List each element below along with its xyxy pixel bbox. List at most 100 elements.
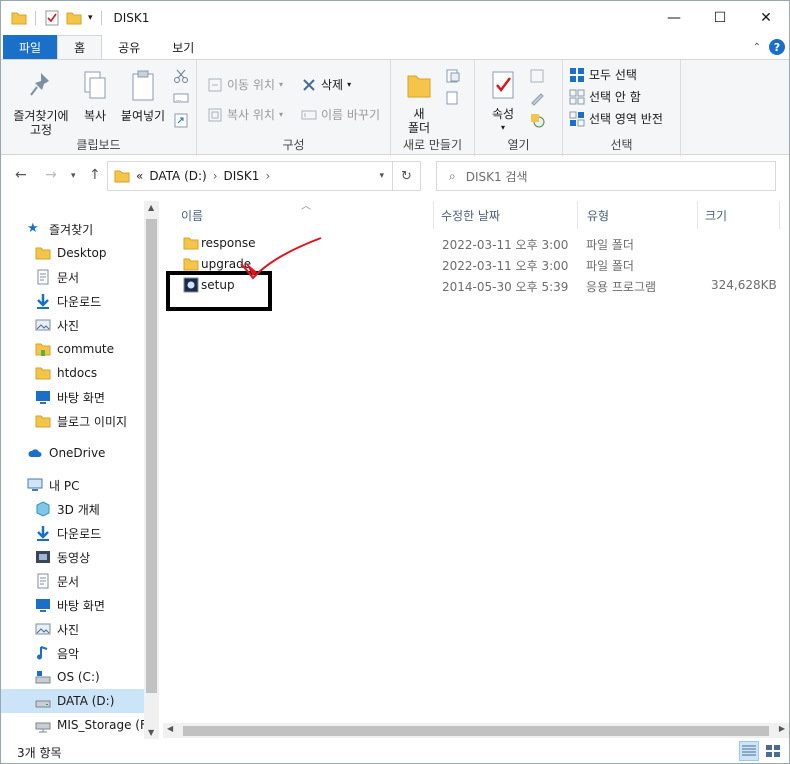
status-bar: 3개 항목 bbox=[1, 741, 789, 763]
column-header-name[interactable]: 이름 bbox=[181, 201, 203, 229]
chevron-down-icon[interactable]: ▾ bbox=[88, 13, 93, 23]
invert-selection-button[interactable]: 선택 영역 반전 bbox=[569, 110, 663, 127]
properties-label: 속성 bbox=[491, 107, 515, 121]
delete-button[interactable]: 삭제 ▾ bbox=[301, 76, 351, 93]
ribbon-expand-icon[interactable]: ⌃ bbox=[753, 42, 761, 53]
nav-pc-item-2[interactable]: 동영상 bbox=[35, 545, 159, 569]
item-count: 3개 항목 bbox=[17, 745, 62, 760]
address-bar[interactable]: « DATA (D:) › DISK1 › ▾ bbox=[107, 161, 393, 191]
copy-to-button[interactable]: 복사 위치 ▾ bbox=[207, 106, 283, 123]
download-icon bbox=[37, 526, 49, 541]
nav-pc-item-8[interactable]: DATA (D:) bbox=[1, 689, 144, 713]
nav-item-7[interactable]: 블로그 이미지 bbox=[35, 409, 159, 433]
nav-item-5[interactable]: htdocs bbox=[35, 361, 159, 385]
column-divider[interactable] bbox=[697, 201, 698, 229]
maximize-button[interactable]: ☐ bbox=[697, 1, 743, 35]
nav-this-pc[interactable]: 내 PC bbox=[27, 473, 159, 497]
new-folder-button[interactable]: 새 폴더 bbox=[397, 70, 441, 135]
search-input[interactable]: ⌕ DISK1 검색 bbox=[436, 161, 776, 191]
nav-pc-item-9[interactable]: MIS_Storage (F:) bbox=[35, 713, 159, 737]
chevron-down-icon[interactable]: ▾ bbox=[379, 171, 384, 181]
breadcrumb-folder[interactable]: DISK1 bbox=[224, 169, 260, 183]
nav-pc-item-3[interactable]: 문서 bbox=[35, 569, 159, 593]
help-icon[interactable]: ? bbox=[769, 39, 785, 55]
tab-share[interactable]: 공유 bbox=[102, 35, 156, 59]
nav-pc-item-6[interactable]: 음악 bbox=[35, 641, 159, 665]
properties-icon[interactable] bbox=[44, 10, 60, 26]
folder-icon bbox=[114, 170, 130, 183]
paste-button[interactable]: 붙여넣기 bbox=[115, 70, 171, 123]
history-icon[interactable] bbox=[529, 112, 545, 128]
nav-item-3[interactable]: 사진📌 bbox=[35, 313, 159, 337]
tab-home[interactable]: 홈 bbox=[57, 35, 103, 59]
breadcrumb-separator-icon[interactable]: › bbox=[213, 169, 218, 183]
nav-scrollbar[interactable]: ▲ ▼ bbox=[144, 201, 159, 739]
pin-to-quick-access-button[interactable]: 즐겨찾기에 고정 bbox=[7, 70, 75, 137]
drive-d-icon bbox=[35, 700, 51, 708]
organize-group: 이동 위치 ▾ 복사 위치 ▾ 삭제 ▾ 이름 바꾸기 구성 bbox=[197, 60, 391, 156]
breadcrumb-drive[interactable]: DATA (D:) bbox=[149, 169, 206, 183]
scroll-up-icon[interactable]: ▲ bbox=[148, 203, 154, 212]
new-folder-icon[interactable] bbox=[66, 10, 82, 26]
column-header-size[interactable]: 크기 bbox=[705, 201, 727, 229]
nav-this-pc-label: 내 PC bbox=[49, 478, 80, 493]
properties-button[interactable]: 속성 ▾ bbox=[481, 70, 525, 135]
nav-pc-item-4[interactable]: 바탕 화면 bbox=[35, 593, 159, 617]
annotation-checkmark-icon bbox=[240, 237, 322, 280]
scroll-down-icon[interactable]: ▼ bbox=[148, 728, 154, 737]
easy-access-icon[interactable] bbox=[445, 90, 461, 106]
scroll-left-icon[interactable]: ◀ bbox=[167, 724, 173, 733]
minimize-button[interactable]: — bbox=[651, 1, 697, 35]
refresh-button[interactable]: ↻ bbox=[393, 161, 421, 191]
paste-shortcut-icon[interactable] bbox=[173, 112, 189, 128]
copy-label: 복사 bbox=[83, 109, 107, 123]
open-icon[interactable] bbox=[529, 68, 545, 84]
copy-button[interactable]: 복사 bbox=[77, 70, 113, 123]
column-divider[interactable] bbox=[779, 201, 780, 229]
copy-path-icon[interactable]: ... bbox=[173, 90, 189, 106]
select-none-button[interactable]: 선택 안 함 bbox=[569, 88, 641, 105]
forward-arrow-icon[interactable]: → bbox=[45, 167, 57, 183]
select-all-button[interactable]: 모두 선택 bbox=[569, 66, 637, 83]
new-item-icon[interactable] bbox=[445, 68, 461, 84]
nav-scrollbar-thumb[interactable] bbox=[146, 219, 157, 693]
large-icons-view-icon[interactable] bbox=[763, 741, 783, 761]
nav-pc-item-0[interactable]: 3D 개체 bbox=[35, 497, 159, 521]
invert-selection-label: 선택 영역 반전 bbox=[589, 112, 663, 126]
file-list-scrollbar[interactable]: ◀ ▶ bbox=[163, 723, 789, 738]
recent-locations-icon[interactable]: ▾ bbox=[71, 171, 76, 181]
tab-file[interactable]: 파일 bbox=[3, 35, 58, 59]
nav-onedrive[interactable]: OneDrive bbox=[27, 441, 159, 465]
nav-pc-item-3-label: 문서 bbox=[57, 574, 80, 589]
details-view-icon[interactable] bbox=[739, 741, 759, 761]
move-to-button[interactable]: 이동 위치 ▾ bbox=[207, 76, 283, 93]
breadcrumb-separator-icon[interactable]: › bbox=[265, 169, 270, 183]
scroll-right-icon[interactable]: ▶ bbox=[779, 724, 785, 733]
new-folder-icon bbox=[407, 75, 431, 98]
breadcrumb-overflow[interactable]: « bbox=[136, 169, 143, 183]
back-arrow-icon[interactable]: ← bbox=[15, 167, 27, 183]
edit-icon[interactable] bbox=[529, 90, 545, 106]
file-list-scrollbar-thumb[interactable] bbox=[183, 726, 769, 736]
window-title: DISK1 bbox=[113, 11, 150, 25]
column-divider[interactable] bbox=[577, 201, 578, 229]
desktop-icon bbox=[36, 599, 50, 612]
nav-pc-item-1[interactable]: 다운로드 bbox=[35, 521, 159, 545]
column-header-type[interactable]: 유형 bbox=[587, 201, 609, 229]
nav-pc-item-5[interactable]: 사진 bbox=[35, 617, 159, 641]
paste-label: 붙여넣기 bbox=[120, 109, 166, 123]
nav-item-1[interactable]: 문서📌 bbox=[35, 265, 159, 289]
rename-button[interactable]: 이름 바꾸기 bbox=[301, 106, 380, 123]
nav-item-6[interactable]: 바탕 화면 bbox=[35, 385, 159, 409]
close-button[interactable]: ✕ bbox=[743, 1, 789, 35]
up-arrow-icon[interactable]: ↑ bbox=[89, 167, 101, 183]
nav-item-0[interactable]: Desktop📌 bbox=[35, 241, 159, 265]
column-divider[interactable] bbox=[433, 201, 434, 229]
nav-item-4[interactable]: commute bbox=[35, 337, 159, 361]
tab-view[interactable]: 보기 bbox=[156, 35, 210, 59]
cut-icon[interactable] bbox=[173, 68, 189, 84]
column-header-modified[interactable]: 수정한 날짜 bbox=[441, 201, 500, 229]
nav-quick-access[interactable]: ★ 즐겨찾기 bbox=[27, 217, 159, 241]
nav-item-2[interactable]: 다운로드📌 bbox=[35, 289, 159, 313]
nav-pc-item-7[interactable]: OS (C:) bbox=[35, 665, 159, 689]
